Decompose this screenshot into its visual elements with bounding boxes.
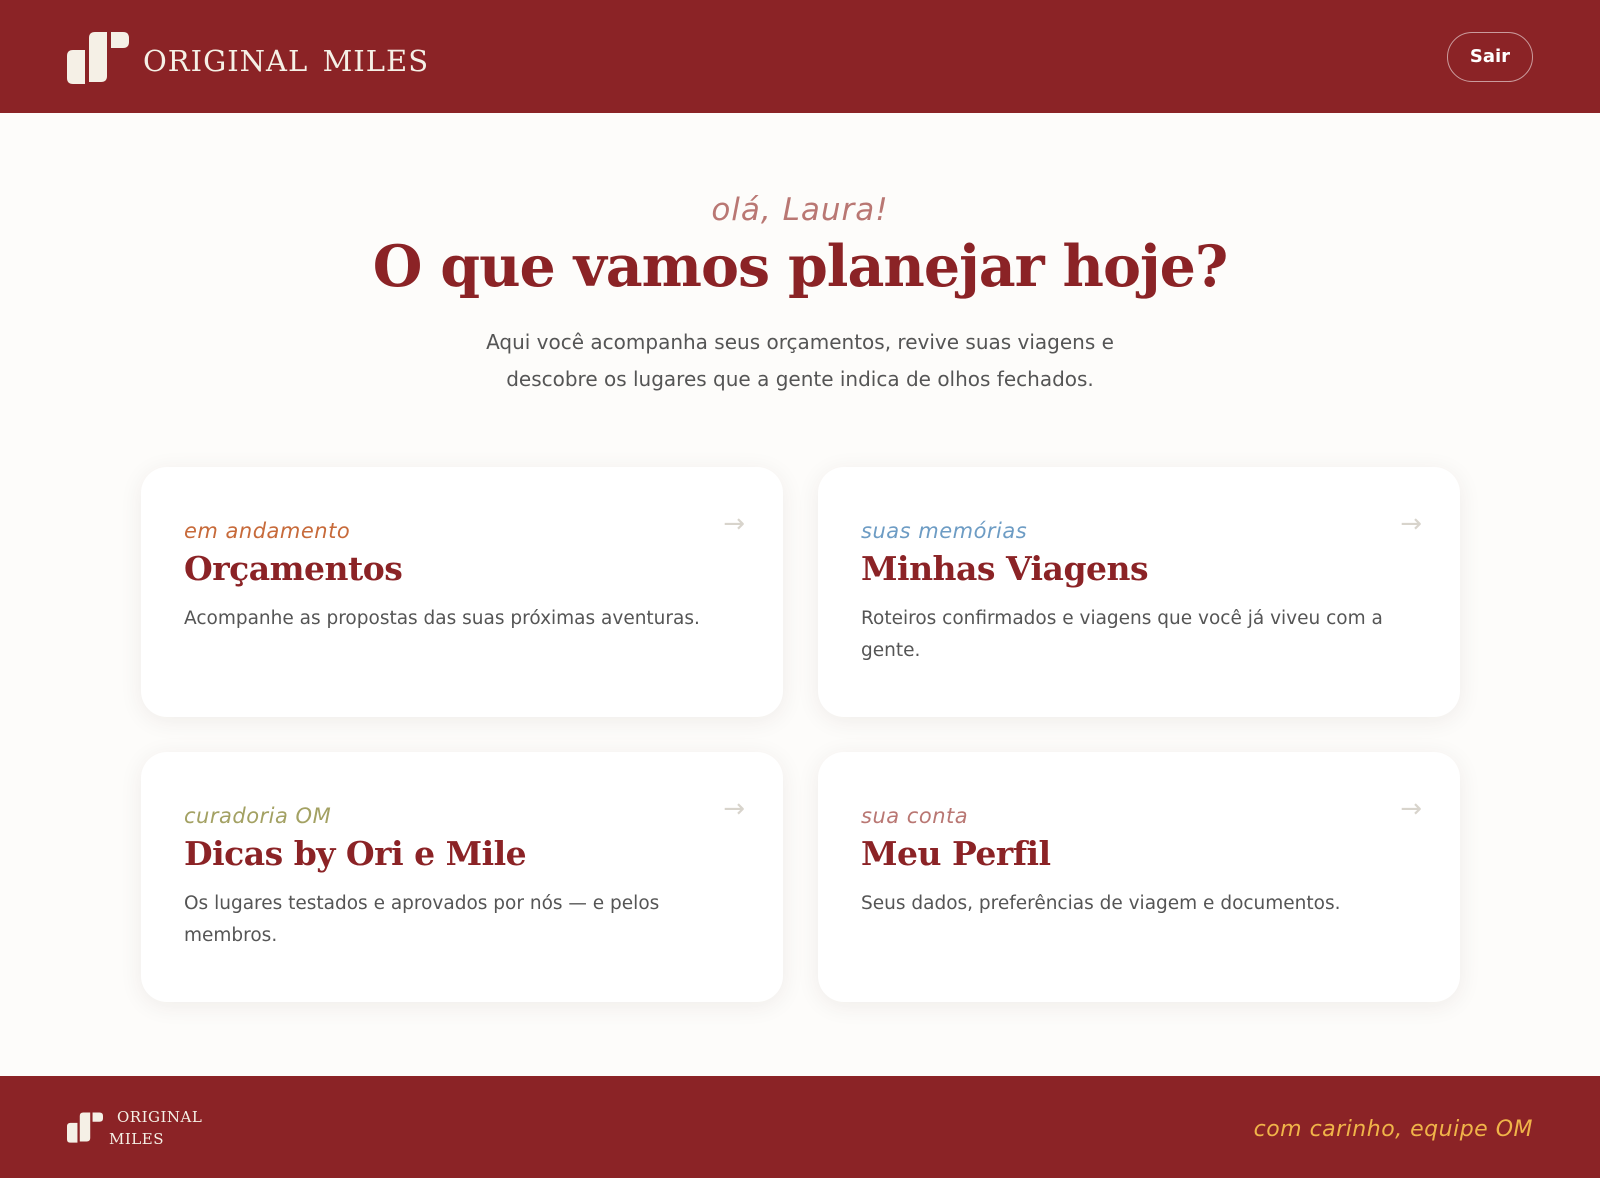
arrow-right-icon: → [1400, 509, 1422, 539]
top-header: Original Miles Sair [0, 0, 1600, 113]
arrow-right-icon: → [1400, 794, 1422, 824]
page-subtitle: Aqui você acompanha seus orçamentos, rev… [486, 329, 1114, 391]
brand-name: Original Miles [143, 31, 430, 81]
card-minhas-viagens[interactable]: suas memórias Minhas Viagens Roteiros co… [818, 467, 1460, 717]
hero: olá, Laura! O que vamos planejar hoje? A… [0, 190, 1600, 398]
card-title: Minhas Viagens [861, 549, 1149, 588]
card-description: Os lugares testados e aprovados por nós … [184, 893, 660, 946]
card-orcamentos[interactable]: em andamento Orçamentos Acompanhe as pro… [141, 467, 783, 717]
card-description: Seus dados, preferências de viagem e doc… [861, 893, 1341, 914]
original-miles-logo-icon [67, 31, 129, 84]
page-title: O que vamos planejar hoje? [372, 233, 1229, 301]
arrow-right-icon: → [723, 509, 745, 539]
card-tag: curadoria OM [184, 804, 332, 828]
footer-brand: Original Miles [67, 1105, 202, 1149]
dashboard-page: Original Miles Sair olá, Laura! O que va… [0, 0, 1600, 1178]
card-tag: em andamento [184, 519, 351, 543]
footer-signature: com carinho, equipe OM [1253, 1116, 1533, 1142]
card-tag: suas memórias [861, 519, 1028, 543]
original-miles-logo-icon [67, 1112, 103, 1143]
footer: Original Miles com carinho, equipe OM [0, 1076, 1600, 1178]
card-title: Orçamentos [184, 549, 403, 588]
card-description: Acompanhe as propostas das suas próximas… [184, 608, 700, 629]
footer-brand-line2: Miles [109, 1125, 164, 1150]
footer-brand-line1: Original [117, 1103, 203, 1128]
card-description: Roteiros confirmados e viagens que você … [861, 608, 1383, 661]
card-dicas[interactable]: curadoria OM Dicas by Ori e Mile Os luga… [141, 752, 783, 1002]
arrow-right-icon: → [723, 794, 745, 824]
footer-brand-name: Original Miles [109, 1105, 202, 1149]
card-meu-perfil[interactable]: sua conta Meu Perfil Seus dados, preferê… [818, 752, 1460, 1002]
logout-button[interactable]: Sair [1447, 31, 1533, 82]
greeting: olá, Laura! [711, 192, 889, 228]
brand[interactable]: Original Miles [67, 30, 429, 84]
card-title: Meu Perfil [861, 834, 1051, 873]
card-title: Dicas by Ori e Mile [184, 834, 527, 873]
card-tag: sua conta [861, 804, 969, 828]
